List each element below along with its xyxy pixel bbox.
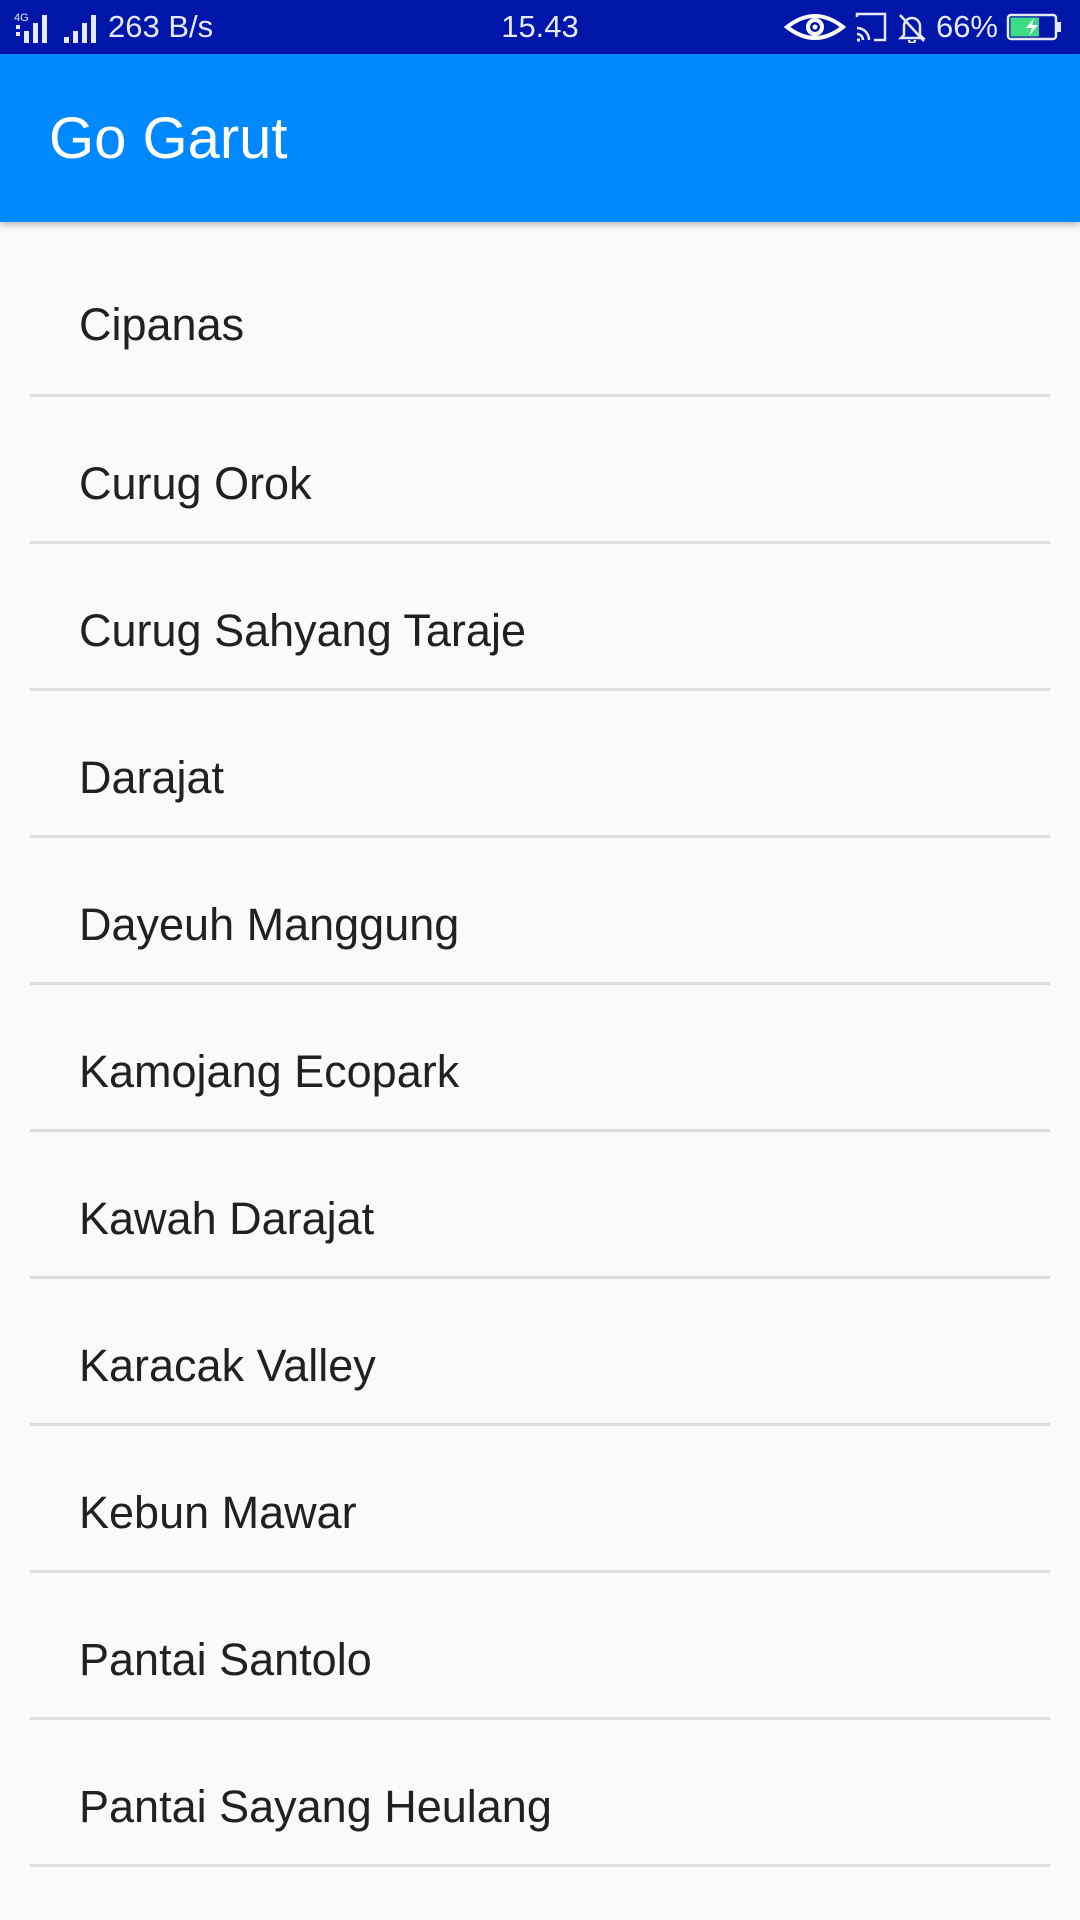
destination-list: Cipanas Curug Orok Curug Sahyang Taraje Dar… [0,222,1080,1867]
list-item-label: Karacak Valley [79,1340,376,1391]
battery-charging-icon [1006,12,1064,42]
list-item[interactable]: Karacak Valley [0,1279,1080,1426]
list-item-label: Dayeuh Manggung [79,899,460,950]
list-item[interactable]: Darajat [0,691,1080,838]
list-item-label: Pantai Santolo [79,1634,372,1685]
list-item-label: Pantai Sayang Heulang [79,1781,552,1832]
battery-percent: 66% [935,9,998,44]
list-divider [30,1864,1050,1867]
list-item[interactable]: Curug Sahyang Taraje [0,544,1080,691]
status-bar: 4G 263 B/s 15.43 66% [0,0,1080,54]
list-item[interactable]: Pantai Sayang Heulang [0,1720,1080,1867]
list-item[interactable]: Dayeuh Manggung [0,838,1080,985]
list-item-label: Curug Orok [79,458,312,509]
list-item-label: Cipanas [79,299,245,350]
list-item[interactable]: Pantai Santolo [0,1573,1080,1720]
list-item-label: Curug Sahyang Taraje [79,605,526,656]
bell-off-icon [896,11,928,43]
list-item-label: Darajat [79,752,225,803]
list-item[interactable]: Curug Orok [0,397,1080,544]
list-item[interactable]: Kebun Mawar [0,1426,1080,1573]
eye-icon [783,11,846,43]
cast-icon [854,11,888,43]
list-item-label: Kamojang Ecopark [79,1046,460,1097]
list-item-label: Kawah Darajat [79,1193,375,1244]
app-title: Go Garut [49,105,288,171]
app-bar: Go Garut [0,54,1080,222]
list-item[interactable]: Kawah Darajat [0,1132,1080,1279]
list-item-label: Kebun Mawar [79,1487,357,1538]
list-item[interactable]: Kamojang Ecopark [0,985,1080,1132]
status-right: 66% [783,0,1064,54]
list-item[interactable]: Cipanas [0,222,1080,397]
